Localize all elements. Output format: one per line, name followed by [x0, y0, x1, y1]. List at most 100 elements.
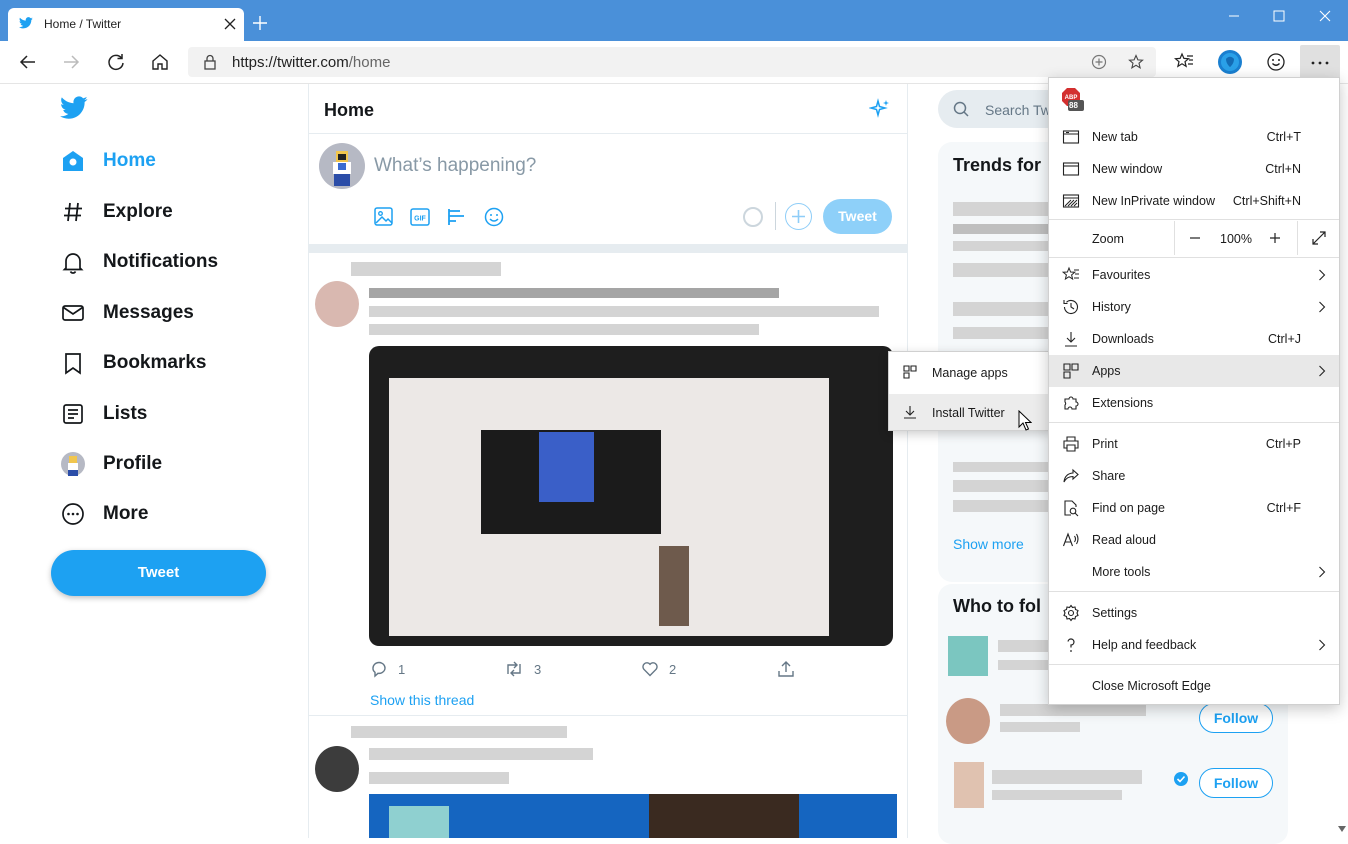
share-action[interactable]	[777, 660, 805, 678]
adblock-extension-icon[interactable]: ABP 88	[1061, 87, 1085, 111]
menu-item-downloads[interactable]: Downloads Ctrl+J	[1049, 323, 1339, 355]
menu-item-print[interactable]: Print Ctrl+P	[1049, 428, 1339, 460]
tweet-media[interactable]	[369, 794, 897, 838]
shortcut-label: Ctrl+N	[1265, 162, 1301, 176]
menu-item-new-inprivate-window[interactable]: New InPrivate window Ctrl+Shift+N	[1049, 185, 1339, 217]
forward-icon[interactable]	[61, 52, 81, 72]
retweet-action[interactable]: 3	[504, 660, 541, 678]
address-bar[interactable]: https://twitter.com/home	[188, 47, 1156, 77]
show-thread-link[interactable]: Show this thread	[370, 692, 474, 708]
nav-label: Lists	[103, 403, 148, 424]
refresh-icon[interactable]	[106, 52, 126, 72]
nav-more[interactable]: More	[60, 496, 148, 532]
lock-icon[interactable]	[203, 54, 217, 70]
favorites-icon[interactable]	[1172, 50, 1196, 74]
nav-lists[interactable]: Lists	[60, 396, 147, 432]
divider	[1297, 221, 1298, 255]
close-tab-icon[interactable]	[224, 18, 236, 30]
scroll-down-arrow-icon[interactable]	[1338, 826, 1346, 832]
menu-item-label: New tab	[1092, 130, 1138, 144]
menu-item-find-on-page[interactable]: Find on page Ctrl+F	[1049, 492, 1339, 524]
gif-icon[interactable]: GIF	[409, 206, 431, 228]
menu-item-label: Favourites	[1092, 268, 1151, 282]
nav-label: Profile	[103, 453, 163, 474]
tweet-media[interactable]	[369, 346, 893, 646]
like-action[interactable]: 2	[641, 660, 676, 678]
settings-and-more-button[interactable]	[1300, 45, 1340, 81]
zoom-out-icon[interactable]	[1187, 230, 1203, 246]
new-tab-icon	[1062, 128, 1080, 146]
compose-input[interactable]: What’s happening?	[374, 155, 536, 177]
url-text[interactable]: https://twitter.com/home	[232, 54, 390, 71]
share-icon	[777, 660, 795, 678]
maximize-icon[interactable]	[1271, 8, 1287, 24]
nav-notifications[interactable]: Notifications	[60, 244, 218, 280]
menu-item-apps[interactable]: Apps	[1049, 355, 1339, 387]
menu-item-more-tools[interactable]: More tools	[1049, 556, 1339, 588]
menu-item-new-tab[interactable]: New tab Ctrl+T	[1049, 121, 1339, 153]
history-icon	[1062, 298, 1080, 316]
home-icon[interactable]	[150, 52, 170, 72]
show-more-link[interactable]: Show more	[953, 536, 1024, 552]
shortcut-label: Ctrl+P	[1265, 437, 1301, 451]
bookmark-icon	[60, 350, 86, 376]
timeline-header: Home	[309, 84, 907, 134]
divider	[309, 244, 907, 253]
tweet-avatar[interactable]	[315, 746, 359, 792]
nav-messages[interactable]: Messages	[60, 295, 194, 331]
menu-item-new-window[interactable]: New window Ctrl+N	[1049, 153, 1339, 185]
suggested-avatar[interactable]	[948, 636, 988, 676]
nav-bookmarks[interactable]: Bookmarks	[60, 345, 207, 381]
ellipsis-icon	[1311, 61, 1329, 65]
profile-avatar-icon[interactable]	[1218, 50, 1242, 74]
feedback-smiley-icon[interactable]	[1264, 50, 1288, 74]
nav-home[interactable]: Home	[60, 143, 156, 179]
add-tweet-icon[interactable]	[785, 203, 812, 230]
suggested-avatar[interactable]	[946, 698, 990, 744]
tweet-button[interactable]: Tweet	[51, 550, 266, 596]
chevron-right-icon	[1318, 365, 1326, 377]
suggested-avatar[interactable]	[954, 762, 984, 808]
menu-item-label: Close Microsoft Edge	[1092, 679, 1211, 693]
favorite-star-icon[interactable]	[1128, 54, 1144, 70]
menu-item-label: Settings	[1092, 606, 1138, 620]
reply-action[interactable]: 1	[370, 660, 405, 678]
zoom-value: 100%	[1220, 232, 1252, 246]
menu-item-favourites[interactable]: Favourites	[1049, 259, 1339, 291]
character-counter	[743, 207, 763, 227]
menu-item-extensions[interactable]: Extensions	[1049, 387, 1339, 419]
divider	[1049, 219, 1339, 220]
follow-button[interactable]: Follow	[1199, 768, 1273, 798]
menu-item-settings[interactable]: Settings	[1049, 597, 1339, 629]
menu-item-close-edge[interactable]: Close Microsoft Edge	[1049, 670, 1339, 702]
nav-profile[interactable]: Profile	[60, 446, 162, 482]
search-input[interactable]: Search Tw	[985, 102, 1051, 118]
blurred-text	[992, 790, 1122, 800]
new-tab-icon[interactable]	[252, 15, 268, 31]
compose-avatar[interactable]	[319, 143, 365, 189]
compose-tweet-button[interactable]: Tweet	[823, 199, 892, 234]
image-icon[interactable]	[373, 206, 395, 228]
minimize-icon[interactable]	[1226, 8, 1242, 24]
zoom-in-icon[interactable]	[1267, 230, 1283, 246]
blurred-trend	[953, 263, 1063, 277]
follow-button[interactable]: Follow	[1199, 703, 1273, 733]
tweet-avatar[interactable]	[315, 281, 359, 327]
menu-item-history[interactable]: History	[1049, 291, 1339, 323]
twitter-logo-icon[interactable]	[60, 96, 88, 120]
blurred-image	[389, 806, 449, 838]
sparkle-icon[interactable]	[869, 98, 891, 120]
poll-icon[interactable]	[446, 206, 468, 228]
install-app-icon[interactable]	[1091, 54, 1107, 70]
menu-item-read-aloud[interactable]: Read aloud	[1049, 524, 1339, 556]
menu-item-help-and-feedback[interactable]: Help and feedback	[1049, 629, 1339, 661]
emoji-icon[interactable]	[483, 206, 505, 228]
fullscreen-icon[interactable]	[1311, 230, 1327, 246]
hashtag-icon	[60, 199, 86, 225]
menu-item-share[interactable]: Share	[1049, 460, 1339, 492]
close-window-icon[interactable]	[1317, 8, 1333, 24]
nav-explore[interactable]: Explore	[60, 194, 173, 230]
back-icon[interactable]	[18, 52, 38, 72]
menu-item-manage-apps[interactable]: Manage apps	[889, 354, 1051, 390]
browser-tab[interactable]: Home / Twitter	[8, 8, 244, 41]
